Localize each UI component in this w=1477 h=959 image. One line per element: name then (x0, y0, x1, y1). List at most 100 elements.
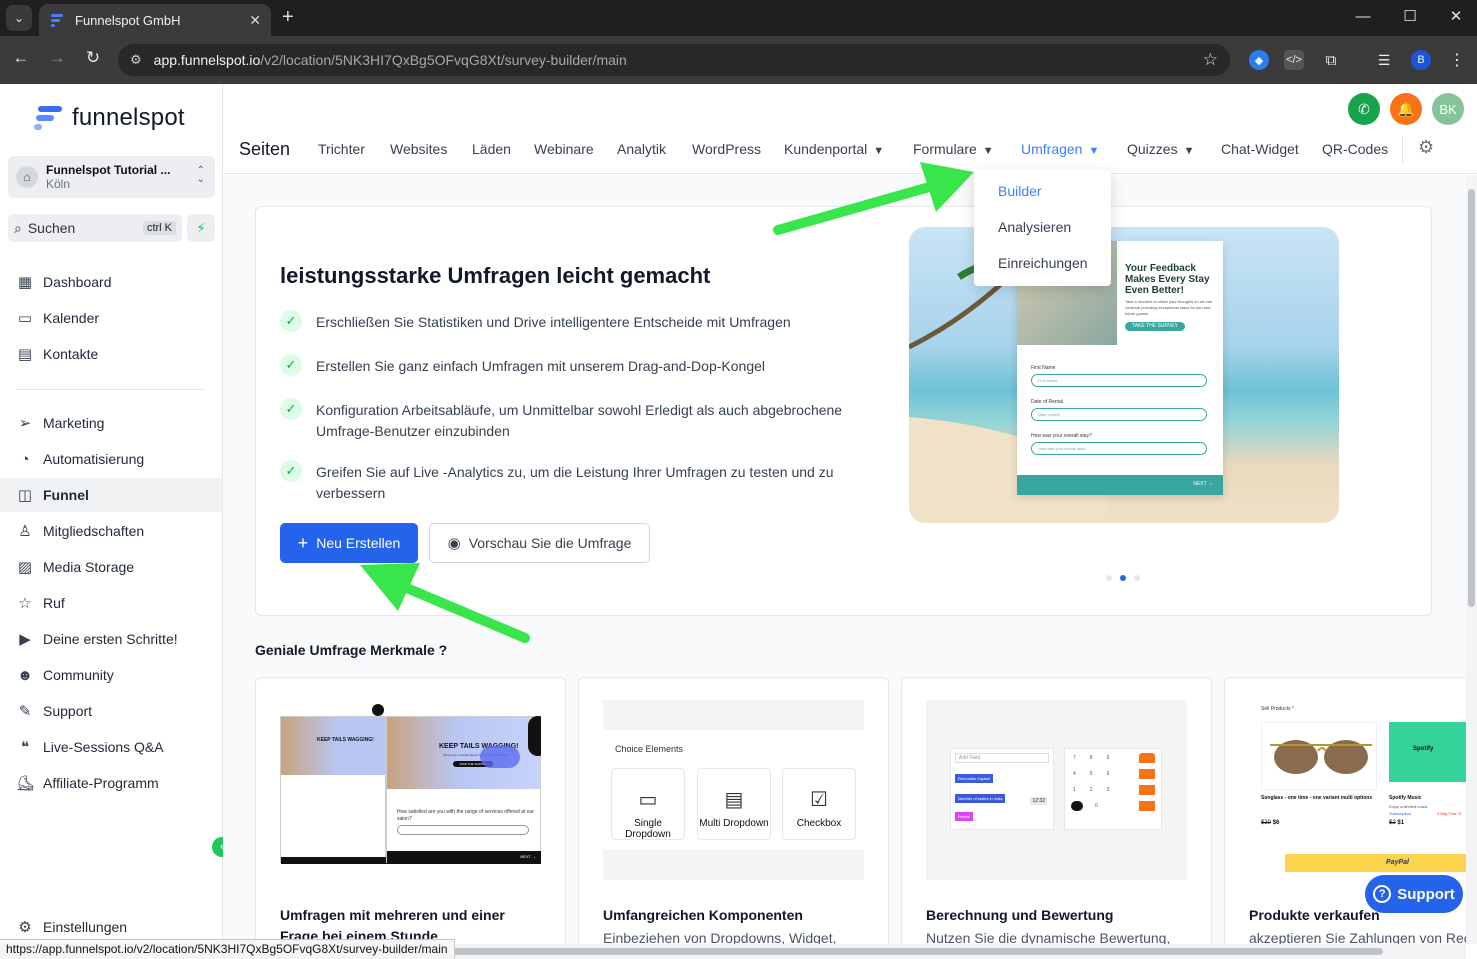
forward-icon[interactable]: → (45, 48, 69, 68)
choice-heading: Choice Elements (615, 744, 684, 754)
calc-field: Add Field (955, 753, 1049, 763)
logo[interactable]: funnelspot (34, 104, 185, 132)
tab-qr-codes[interactable]: QR-Codes (1322, 141, 1388, 157)
tab-close-icon[interactable]: ✕ (249, 12, 261, 29)
features-section-title: Geniale Umfrage Merkmale ? (255, 642, 448, 658)
menu-item-builder[interactable]: Builder (998, 183, 1042, 199)
sidebar-item-label: Mitgliedschaften (43, 523, 145, 539)
feature-item: ✓ Erstellen Sie ganz einfach Umfragen mit… (280, 354, 850, 377)
url-path: /v2/location/5NK3HI7QxBg5OFvqG8Xt/survey… (260, 52, 627, 68)
tab-umfragen[interactable]: Umfragen ▼ (1021, 141, 1099, 157)
support-widget-button[interactable]: ? Support (1365, 875, 1463, 913)
extension-icon[interactable]: ◆ (1249, 50, 1269, 70)
browser-tab[interactable]: Funnelspot GmbH ✕ (39, 4, 271, 36)
reload-icon[interactable]: ↻ (81, 48, 105, 68)
button-label: Neu Erstellen (316, 535, 401, 551)
sidebar-item-label: Kontakte (43, 346, 99, 362)
feature-card[interactable]: KEEP TAILS WAGGING! KEEP TAILS WAGGING! … (255, 677, 566, 944)
url-field[interactable]: ⚙ app.funnelspot.io/v2/location/5NK3HI7Q… (118, 44, 1230, 76)
close-window-icon[interactable]: ✕ (1433, 5, 1477, 29)
tab-search-button[interactable]: ⌄ (6, 5, 32, 31)
sidebar-item-dashboard[interactable]: ▦ Dashboard (0, 265, 222, 299)
choice-checkbox: ☑ Checkbox (782, 768, 856, 840)
key: 2 (1089, 787, 1107, 793)
sidebar-item-kontakte[interactable]: ▤ Kontakte (0, 337, 222, 371)
product-tag: 3 Day Free Tr (1437, 811, 1462, 816)
settings-gear-icon[interactable]: ⚙ (1418, 137, 1434, 158)
phone-icon[interactable]: ✆ (1348, 93, 1380, 125)
carousel-dots[interactable] (1106, 575, 1140, 581)
card-image: Choice Elements ▭ Single Dropdown ▤ Multi … (603, 700, 864, 880)
tab-kundenportal[interactable]: Kundenportal ▼ (784, 141, 884, 157)
sidebar-item-kalender[interactable]: ▭ Kalender (0, 301, 222, 335)
feature-card[interactable]: Add Field Remodels Capital Number of sta… (901, 677, 1212, 944)
checkbox-icon: ☑ (810, 789, 828, 811)
plus-icon: + (297, 532, 309, 553)
devtools-extension-icon[interactable]: </> (1284, 50, 1304, 70)
keypad: 789 456 123 0 (1064, 748, 1162, 830)
user-avatar[interactable]: BK (1432, 93, 1464, 125)
bookmark-star-icon[interactable]: ☆ (1203, 50, 1218, 70)
notification-bell-icon[interactable]: 🔔 (1390, 93, 1422, 125)
tab-label: Quizzes (1127, 141, 1178, 157)
carousel-dot[interactable] (1106, 575, 1112, 581)
tab-webinare[interactable]: Webinare (534, 141, 594, 157)
tab-trichter[interactable]: Trichter (318, 141, 365, 157)
sidebar-item-label: Support (43, 703, 93, 719)
key: 3 (1106, 787, 1124, 793)
feature-text: Erstellen Sie ganz einfach Umfragen mit … (316, 358, 765, 374)
sidebar-item-label: Ruf (43, 595, 65, 611)
sidebar-item-mitgliedschaften[interactable]: ♙ Mitgliedschaften (0, 514, 222, 548)
feature-card[interactable]: Choice Elements ▭ Single Dropdown ▤ Multi … (578, 677, 889, 944)
search-input[interactable]: ⌕ Suchen ctrl K (8, 214, 182, 242)
new-tab-icon[interactable]: + (282, 6, 294, 28)
tab-laeden[interactable]: Läden (472, 141, 511, 157)
community-icon: ☻ (17, 666, 33, 684)
sidebar-item-ruf[interactable]: ☆ Ruf (0, 586, 222, 620)
sidebar-divider (16, 389, 206, 390)
menu-item-analysieren[interactable]: Analysieren (998, 219, 1071, 235)
maximize-icon[interactable]: ☐ (1387, 5, 1433, 29)
account-location: Köln (46, 177, 71, 191)
scrollbar-thumb[interactable] (1468, 189, 1475, 607)
carousel-dot-active[interactable] (1120, 575, 1126, 581)
vertical-scrollbar[interactable] (1466, 175, 1477, 944)
media-control-icon[interactable]: ☰ (1374, 50, 1394, 70)
tab-websites[interactable]: Websites (390, 141, 447, 157)
extensions-puzzle-icon[interactable]: ⧉ (1321, 50, 1341, 70)
carousel-dot[interactable] (1134, 575, 1140, 581)
sidebar-item-community[interactable]: ☻ Community (0, 658, 222, 692)
profile-avatar[interactable]: B (1411, 50, 1431, 70)
tab-analytik[interactable]: Analytik (617, 141, 666, 157)
url-host: app.funnelspot.io (153, 52, 261, 68)
browser-menu-icon[interactable]: ⋮ (1447, 50, 1467, 70)
preview-headline: Your Feedback Makes Every Stay Even Bett… (1125, 263, 1210, 296)
sidebar-item-media-storage[interactable]: ▨ Media Storage (0, 550, 222, 584)
tab-formulare[interactable]: Formulare ▼ (913, 141, 994, 157)
quick-action-bolt-icon[interactable]: ⚡ (187, 214, 215, 242)
sidebar-item-funnel[interactable]: ◫ Funnel (0, 478, 222, 512)
sidebar-item-live-sessions[interactable]: ❝ Live-Sessions Q&A (0, 730, 222, 764)
status-bar-url: https://app.funnelspot.io/v2/location/5N… (0, 939, 455, 959)
minimize-icon[interactable]: — (1340, 5, 1386, 29)
sidebar-item-label: Community (43, 667, 114, 683)
sidebar-item-support[interactable]: ✎ Support (0, 694, 222, 728)
hero-card: leistungsstarke Umfragen leicht gemacht … (255, 206, 1432, 616)
back-icon[interactable]: ← (9, 48, 33, 68)
sidebar-item-automatisierung[interactable]: ◔ Automatisierung (0, 442, 222, 476)
sidebar-item-marketing[interactable]: ➢ Marketing (0, 406, 222, 440)
preview-survey-button[interactable]: ◉ Vorschau Sie die Umfrage (429, 523, 650, 563)
product-tag: Subscription (1389, 811, 1412, 816)
tab-chat-widget[interactable]: Chat-Widget (1221, 141, 1299, 157)
account-switcher[interactable]: ⌂ Funnelspot Tutorial ... Köln ⌃ ⌄ (8, 156, 215, 198)
site-info-icon[interactable]: ⚙ (130, 52, 142, 68)
choice-label: Checkbox (796, 818, 842, 829)
page-title: Seiten (239, 139, 291, 159)
tab-quizzes[interactable]: Quizzes ▼ (1127, 141, 1194, 157)
tab-wordpress[interactable]: WordPress (692, 141, 761, 157)
create-new-button[interactable]: + Neu Erstellen (280, 523, 418, 563)
menu-item-einreichungen[interactable]: Einreichungen (998, 255, 1088, 271)
sidebar-item-affiliate[interactable]: ⛸ Affiliate-Programm (0, 766, 222, 800)
chevron-updown-icon: ⌃ ⌄ (196, 165, 205, 185)
sidebar-item-erste-schritte[interactable]: ▶ Deine ersten Schritte! (0, 622, 222, 656)
